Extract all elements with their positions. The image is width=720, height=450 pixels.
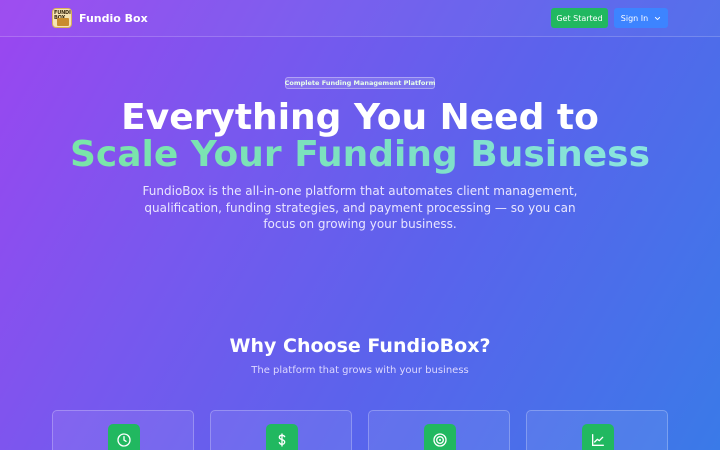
box-icon: [57, 18, 69, 26]
feature-card-3: [368, 410, 510, 450]
hero-title-line1: Everything You Need to: [121, 97, 599, 138]
sign-in-button[interactable]: Sign In: [614, 8, 668, 28]
sign-in-label: Sign In: [620, 13, 649, 23]
fundio-box-logo: FUNDIO BOX: [52, 8, 72, 28]
why-section-tagline: The platform that grows with your busine…: [251, 365, 469, 376]
hero-subtitle: FundioBox is the all-in-one platform tha…: [142, 184, 578, 231]
dollar-icon: [266, 424, 298, 450]
get-started-button[interactable]: Get Started: [551, 8, 608, 28]
brand-link[interactable]: FUNDIO BOX Fundio Box: [52, 8, 148, 28]
target-icon: [424, 424, 456, 450]
feature-card-1: [52, 410, 194, 450]
chart-line-icon: [582, 424, 614, 450]
why-section-title: Why Choose FundioBox?: [229, 335, 491, 357]
platform-badge: Complete Funding Management Platform: [284, 77, 436, 89]
feature-card-2: [210, 410, 352, 450]
clock-icon: [108, 424, 140, 450]
hero-title-line2: Scale Your Funding Business: [0, 135, 720, 175]
chevron-down-icon: [655, 16, 661, 20]
feature-card-4: [526, 410, 668, 450]
top-navbar: FUNDIO BOX Fundio Box Get Started Sign I…: [0, 0, 720, 37]
brand-name: Fundio Box: [79, 11, 148, 25]
